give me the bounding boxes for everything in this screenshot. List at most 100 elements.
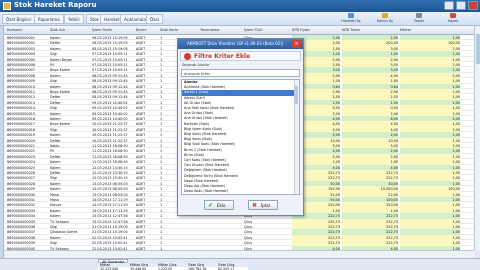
table-cell: ADET [136, 122, 146, 127]
tab-ozet[interactable]: Özet Bilgileri [2, 14, 36, 24]
table-cell: 13.03.2013 08:55:03 [92, 181, 128, 186]
table-cell: 8690000000033 [7, 208, 36, 213]
table-cell: 07.03.2013 10:05:11 [92, 57, 128, 62]
table-cell: 06.03.2013 15:19:05 [92, 41, 128, 46]
column-header[interactable]: İşlem Tarihi [92, 28, 112, 32]
table-cell: Silgi [50, 241, 58, 246]
column-header[interactable]: Stok Adı [50, 28, 65, 32]
table-cell: 8690000000026 [7, 171, 36, 175]
table-cell: Masa [50, 192, 59, 197]
table-cell: 1 [160, 230, 163, 235]
column-header[interactable]: KPB Fiyatı [292, 28, 310, 32]
table-cell: ADET [136, 117, 146, 121]
table-cell: 8690000000018 [7, 127, 36, 132]
table-cell: Silgi [50, 127, 58, 132]
table-cell: 8690000000010 [7, 84, 36, 89]
criteria-option[interactable]: Depo Kodu (Stok Hareket) [182, 189, 294, 194]
table-cell: Silgi [50, 225, 58, 229]
table-cell: 11.03.2013 16:08:50 [92, 154, 128, 159]
criteria-field[interactable]: Aranacak Kriter [181, 69, 300, 77]
dialog-close-button[interactable]: × [292, 40, 301, 48]
column-header[interactable]: Birimi [136, 28, 146, 32]
table-cell: 8690000000032 [7, 203, 36, 208]
table-cell: 15.03.2013 12:47:56 [92, 219, 128, 224]
table-cell: 12.03.2013 13:30:15 [92, 176, 128, 181]
table-cell: 13.03.2013 08:55:03 [92, 192, 128, 197]
printer-icon [416, 13, 422, 18]
table-cell: Silgi [50, 52, 58, 57]
table-cell: 1 [160, 219, 163, 224]
table-cell: ADET [136, 144, 146, 148]
add-button[interactable]: ✔ Ekle [204, 200, 234, 210]
print-label: Yazdır [414, 19, 424, 23]
ribbon: Özet Bilgileri Raporlama Yetkili Stok Ha… [0, 12, 480, 26]
tab-ozel[interactable]: Özel [146, 14, 163, 24]
table-cell: Çikolatalı Gofret [50, 230, 78, 235]
close-report-button[interactable]: Kapat [436, 13, 470, 25]
table-cell: 08.03.2013 09:12:44 [92, 84, 128, 89]
table-cell: ADET [136, 160, 146, 165]
table-cell: Çıkış [244, 235, 252, 240]
table-cell: 21.03.2013 15:19:05 [92, 230, 128, 235]
table-cell: 09.03.2013 14:40:02 [92, 100, 128, 105]
table-cell: ADET [136, 219, 146, 224]
table-cell: ADET [136, 214, 146, 219]
column-header[interactable]: Tanımlama [200, 28, 219, 32]
table-cell: TV Sehpası [50, 219, 69, 224]
grid-vertical-scrollbar[interactable] [474, 26, 480, 250]
table-cell: 8690000000019 [7, 133, 36, 138]
table-cell: ADET [136, 133, 146, 138]
open-movement-button[interactable]: Hareketi Aç [334, 13, 368, 25]
maximize-button[interactable] [456, 1, 466, 10]
table-cell: 8690000000001 [7, 36, 36, 40]
table-cell: 09.03.2013 14:40:02 [92, 111, 128, 116]
table-cell: ADET [136, 95, 146, 100]
scroll-thumb[interactable] [476, 34, 480, 64]
table-cell: Çıkış [244, 219, 252, 224]
table-cell: Defter [50, 138, 61, 143]
table-cell: ADET [136, 111, 146, 116]
table-cell: 8690000000012 [7, 95, 36, 100]
minimize-button[interactable] [444, 1, 454, 10]
table-cell: 14.03.2013 17:11:29 [92, 203, 128, 208]
column-header[interactable]: Miktar [400, 28, 411, 32]
table-cell: 13.03.2013 08:55:03 [92, 187, 128, 192]
criteria-list[interactable]: Alanlar Açıklama (Stok Hareket) Adresi 1 (… [181, 79, 300, 195]
column-header[interactable]: Stok Kodu [160, 28, 178, 32]
column-header[interactable]: Barkodu [7, 28, 22, 32]
list-scroll-thumb[interactable] [295, 86, 298, 104]
table-cell: Silgi [50, 79, 58, 84]
table-cell: 8690000000023 [7, 154, 36, 159]
table-cell: 12.03.2013 13:30:15 [92, 171, 128, 175]
table-cell: Kalem [50, 117, 61, 121]
table-cell: 8690000000022 [7, 149, 36, 154]
table-cell: ADET [136, 127, 146, 132]
table-cell: 8690000000004 [7, 52, 36, 57]
table-cell: 8690000000007 [7, 68, 36, 73]
grid-horizontal-scrollbar[interactable] [4, 250, 474, 258]
table-cell: Kalem [50, 46, 61, 51]
table-cell: Masa [50, 198, 59, 202]
tab-yetkili[interactable]: Yetkili [64, 14, 84, 24]
table-cell: ADET [136, 100, 146, 105]
table-cell: 08.03.2013 09:12:44 [92, 90, 128, 94]
print-button[interactable]: Yazdır [402, 13, 436, 25]
table-cell: 11.03.2013 16:08:50 [92, 149, 128, 154]
list-scrollbar[interactable] [294, 80, 299, 194]
cancel-button[interactable]: ✖ İptal [248, 200, 278, 210]
close-button[interactable] [468, 1, 478, 10]
column-header[interactable]: İşlem Türü [244, 28, 263, 32]
add-button-label: Ekle [217, 203, 226, 208]
column-header[interactable]: KPB Tutarı [342, 28, 360, 32]
table-cell: Kalem [50, 111, 61, 116]
tab-raporlama[interactable]: Raporlama [34, 14, 64, 24]
table-cell: 08.03.2013 09:12:44 [92, 79, 128, 84]
table-cell: ADET [136, 187, 146, 192]
table-cell: Kalem [50, 165, 61, 170]
table-cell: Kalem [50, 208, 61, 213]
title-bar: Stok Hareket Raporu [0, 0, 480, 12]
cancel-icon: ✖ [252, 202, 258, 209]
table-cell: 8690000000002 [7, 41, 36, 46]
open-card-button[interactable]: Kartını Aç [368, 13, 402, 25]
open-card-label: Kartını Aç [376, 19, 394, 23]
